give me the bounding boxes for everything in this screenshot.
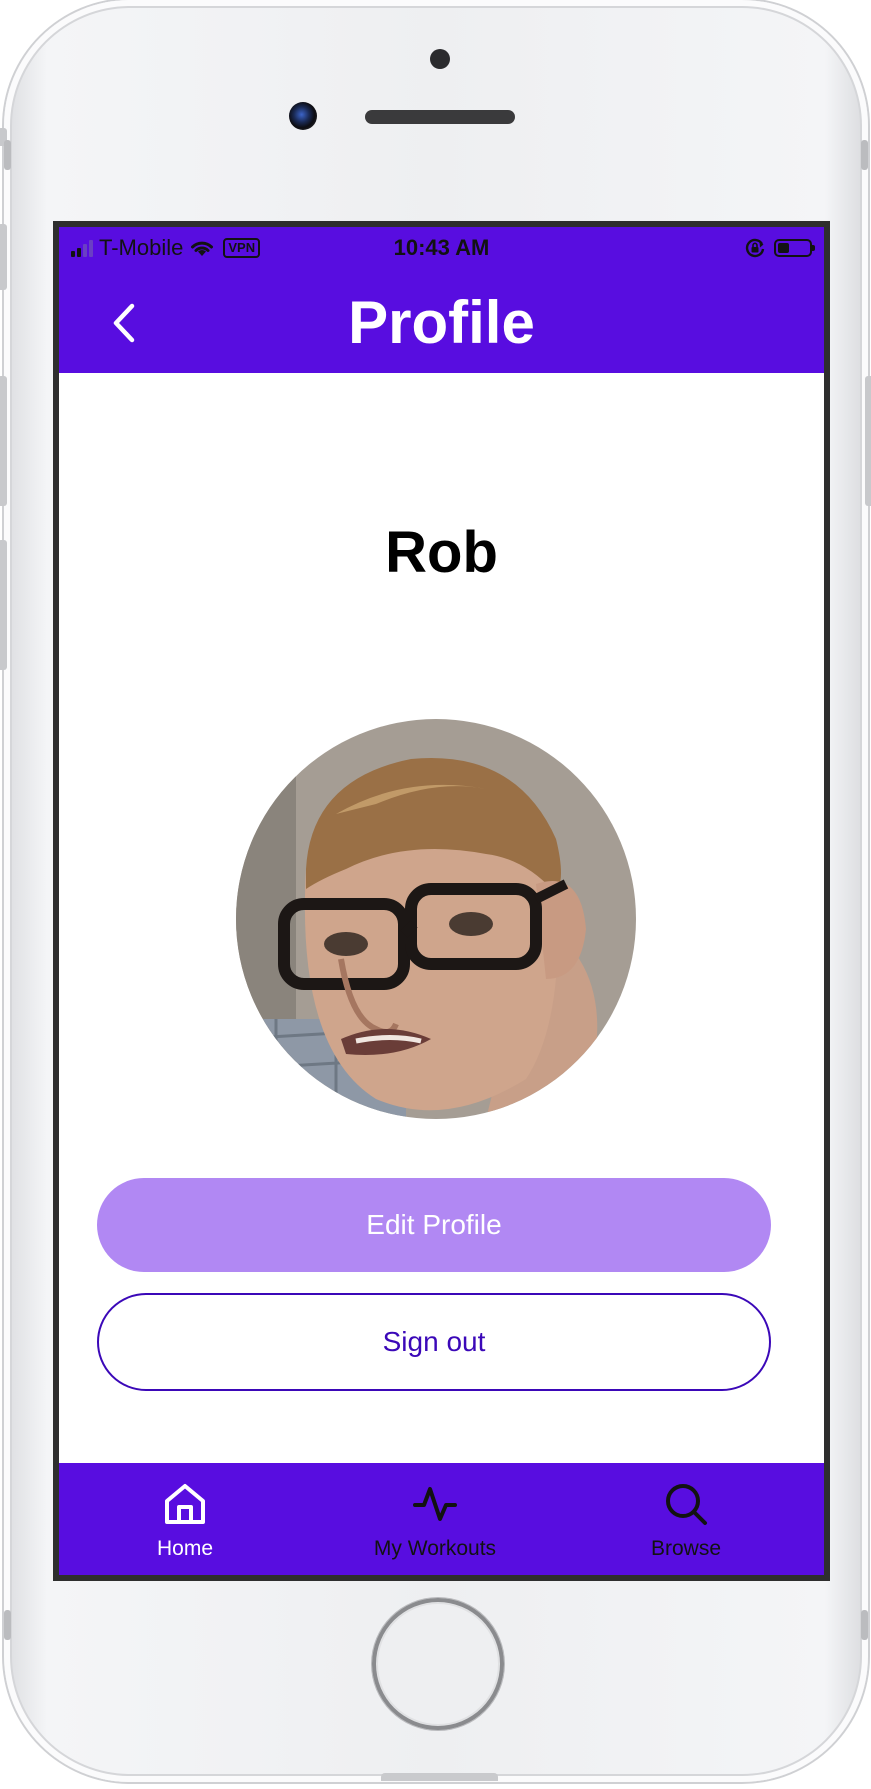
tab-browse[interactable]: Browse [586,1463,786,1563]
earpiece-speaker [365,110,515,124]
power-button [865,376,871,506]
volume-down-button [0,376,7,506]
search-icon [666,1484,707,1525]
battery-level [778,243,789,253]
tab-bar: Home My Workouts Browse [59,1463,824,1575]
tab-my-workouts[interactable]: My Workouts [335,1463,535,1563]
proximity-sensor [430,49,450,69]
orientation-lock-icon [745,238,765,258]
volume-up-button [0,224,7,290]
tab-home[interactable]: Home [85,1463,285,1563]
tab-my-workouts-label: My Workouts [373,1537,497,1560]
tab-home-label: Home [156,1537,214,1560]
volume-down-button-2 [0,540,7,670]
navigation-bar: Profile [59,273,824,373]
home-button[interactable] [372,1598,504,1730]
profile-content: Rob Edit Profile Sign out [59,373,824,1463]
edit-profile-button[interactable]: Edit Profile [97,1178,771,1272]
user-name: Rob [385,520,498,585]
phone-screen: T-Mobile VPN 10:43 AM Profile Rob Edit P… [53,221,830,1581]
battery-icon [774,239,815,257]
activity-icon [413,1487,457,1521]
edge-band-left-bottom [4,1610,11,1640]
edge-band-left [4,140,11,170]
page-title: Profile [348,289,535,356]
tab-browse-label: Browse [650,1537,722,1560]
status-time: 10:43 AM [393,235,490,260]
front-camera [289,102,317,130]
status-bar: T-Mobile VPN 10:43 AM [59,227,824,273]
profile-photo [236,719,636,1119]
home-icon [165,1484,205,1524]
status-right [744,237,815,259]
bottom-edge [381,1773,498,1781]
sign-out-button[interactable]: Sign out [97,1293,771,1391]
avatar [236,719,636,1119]
edge-band-right-bottom [861,1610,868,1640]
edge-band-right [861,140,868,170]
